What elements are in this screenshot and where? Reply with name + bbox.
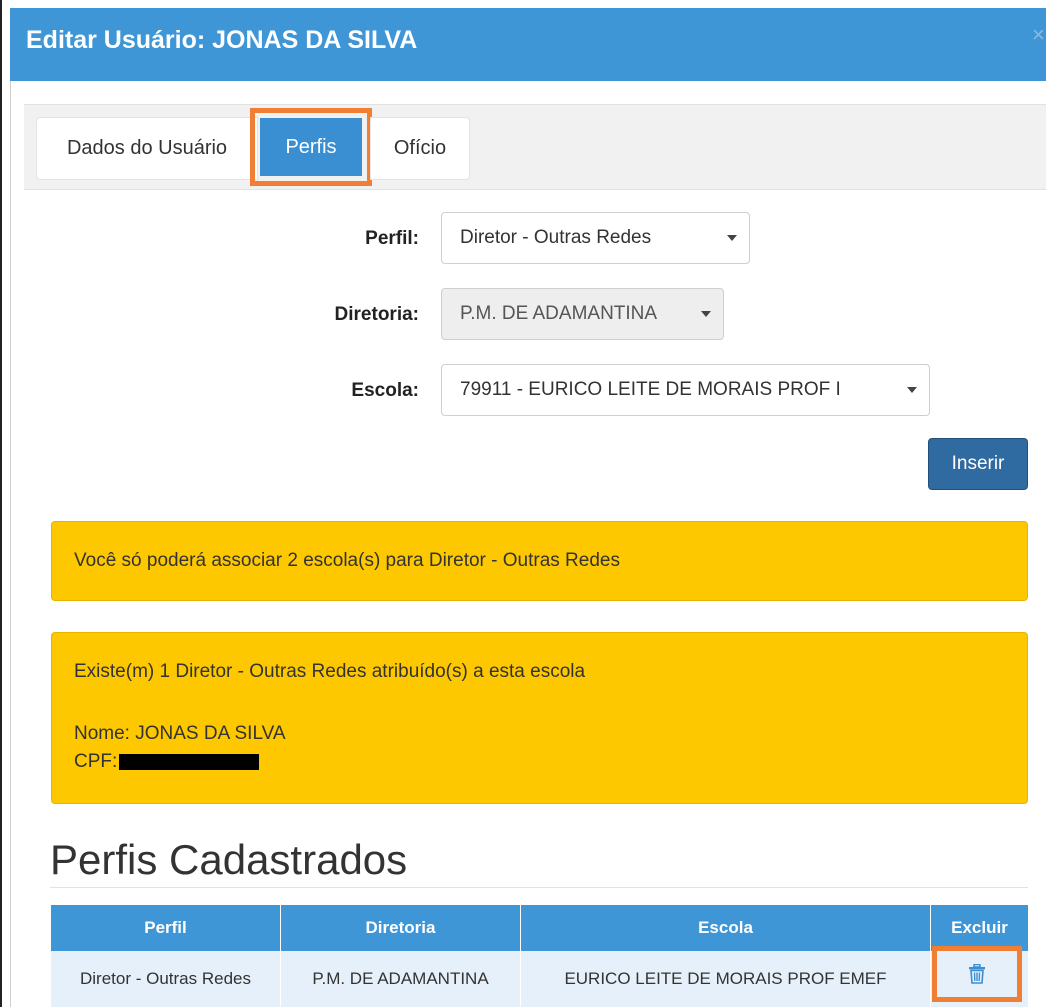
table-header: Perfil Diretoria Escola Excluir [51,905,1028,951]
highlight-box-tab-perfis: Perfis [250,108,372,186]
limit-alert: Você só poderá associar 2 escola(s) para… [51,521,1028,601]
cell-perfil: Diretor - Outras Redes [51,951,281,1007]
perfil-select-value: Diretor - Outras Redes [460,227,652,248]
existing-director-alert: Existe(m) 1 Diretor - Outras Redes atrib… [51,632,1028,804]
tab-perfis[interactable]: Perfis [260,118,362,176]
perfil-label: Perfil: [365,228,419,249]
table-row: Diretor - Outras Redes P.M. DE ADAMANTIN… [51,951,1028,1007]
chevron-down-icon [907,387,917,393]
diretoria-label: Diretoria: [334,304,419,325]
trash-icon [969,964,985,984]
column-header-diretoria: Diretoria [281,905,521,951]
column-header-escola: Escola [521,905,931,951]
close-icon[interactable]: × [1032,22,1046,48]
modal-title: Editar Usuário: JONAS DA SILVA [26,26,418,54]
chevron-down-icon [701,311,711,317]
insert-button[interactable]: Inserir [928,438,1028,490]
escola-select[interactable]: 79911 - EURICO LEITE DE MORAIS PROF I [441,364,930,416]
tab-oficio[interactable]: Ofício [370,117,470,180]
modal-header: Editar Usuário: JONAS DA SILVA × [10,8,1046,81]
divider [10,81,11,1007]
diretoria-select: P.M. DE ADAMANTINA [441,288,724,340]
tab-panel: Dados do Usuário Perfis Ofício Perfil: D… [24,104,1046,1007]
delete-button[interactable] [932,946,1022,1002]
divider [50,887,1028,888]
tab-dados-do-usuario[interactable]: Dados do Usuário [36,117,258,180]
existing-alert-text: Existe(m) 1 Diretor - Outras Redes atrib… [74,661,586,682]
cell-diretoria: P.M. DE ADAMANTINA [281,951,521,1007]
cell-escola: EURICO LEITE DE MORAIS PROF EMEF [521,951,931,1007]
cpf-line: CPF: [74,751,260,773]
tab-bar: Dados do Usuário Perfis Ofício [24,104,1046,190]
diretoria-select-value: P.M. DE ADAMANTINA [460,303,658,324]
edit-user-modal: Editar Usuário: JONAS DA SILVA × Dados d… [0,0,1046,1007]
limit-alert-text: Você só poderá associar 2 escola(s) para… [74,550,620,571]
column-header-perfil: Perfil [51,905,281,951]
chevron-down-icon [727,235,737,241]
escola-select-value: 79911 - EURICO LEITE DE MORAIS PROF I [460,379,841,400]
section-title: Perfis Cadastrados [50,836,408,883]
perfil-select[interactable]: Diretor - Outras Redes [441,212,750,264]
column-header-excluir: Excluir [951,918,1008,937]
cpf-label: CPF: [74,751,118,772]
name-line: Nome: JONAS DA SILVA [74,723,286,744]
cpf-redaction [119,754,260,770]
escola-label: Escola: [351,380,419,401]
